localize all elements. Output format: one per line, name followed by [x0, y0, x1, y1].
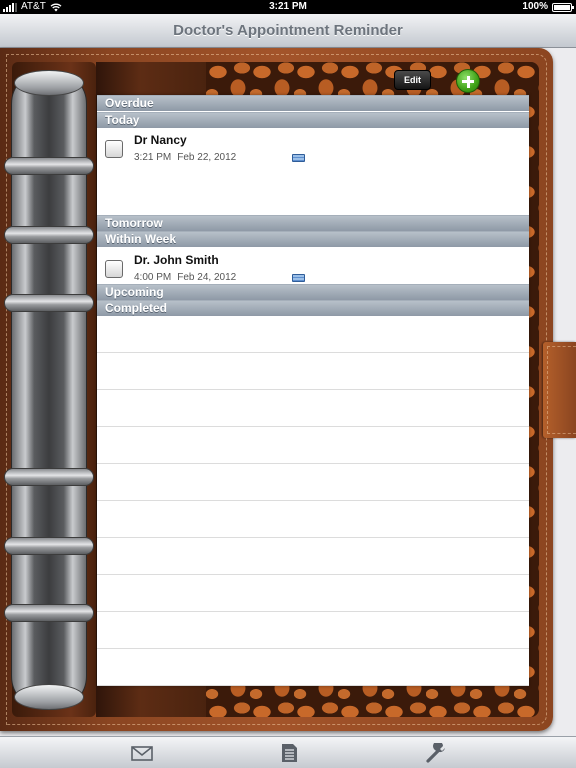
appointment-checkbox[interactable] — [105, 140, 123, 158]
plus-circle-icon[interactable] — [456, 69, 480, 93]
appointment-name: Dr Nancy — [134, 133, 187, 147]
wrench-icon[interactable] — [424, 741, 448, 763]
section-header-completed: Completed — [97, 300, 529, 316]
binder-ring — [4, 468, 94, 486]
status-time: 3:21 PM — [269, 1, 307, 12]
envelope-icon-graphic — [131, 746, 153, 761]
section-header-tomorrow: Tomorrow — [97, 215, 529, 231]
binder-ring — [4, 226, 94, 244]
appointment-datetime: 3:21 PM Feb 22, 2012 — [134, 152, 236, 163]
status-bar: AT&T 3:21 PM 100% — [0, 0, 576, 14]
edit-button[interactable]: Edit — [394, 70, 431, 90]
section-header-today: Today — [97, 112, 529, 128]
document-icon-graphic — [282, 744, 297, 762]
navigation-bar: Doctor's Appointment Reminder — [0, 14, 576, 48]
status-right: 100% — [522, 0, 574, 14]
content-area: Edit Overdue Today Dr Nancy 3:21 PM Feb 2… — [0, 48, 576, 736]
battery-percent: 100% — [522, 1, 548, 12]
binder-ring — [4, 604, 94, 622]
wrench-icon-graphic — [426, 741, 445, 763]
appointment-date: Feb 22, 2012 — [177, 152, 237, 163]
section-header-overdue: Overdue — [97, 95, 529, 111]
appointment-name: Dr. John Smith — [134, 253, 219, 267]
section-header-within-week: Within Week — [97, 231, 529, 247]
appointment-time: 4:00 PM — [134, 272, 172, 283]
appointment-checkbox[interactable] — [105, 260, 123, 278]
leather-binder: Edit Overdue Today Dr Nancy 3:21 PM Feb 2… — [0, 48, 553, 731]
section-header-upcoming: Upcoming — [97, 284, 529, 300]
document-icon[interactable] — [277, 743, 301, 763]
binder-ring-cap-top — [14, 70, 84, 96]
binder-strap — [543, 342, 576, 438]
binder-ring — [4, 157, 94, 175]
appointment-time: 3:21 PM — [134, 152, 172, 163]
appointment-list: Overdue Today Dr Nancy 3:21 PM Feb 22, 20… — [97, 95, 529, 686]
envelope-icon[interactable] — [130, 743, 154, 763]
appointment-datetime: 4:00 PM Feb 24, 2012 — [134, 272, 236, 283]
appointment-row[interactable]: Dr Nancy 3:21 PM Feb 22, 2012 — [97, 128, 529, 166]
battery-icon — [552, 2, 574, 12]
binder-ring-cap-bottom — [14, 684, 84, 710]
appointment-row[interactable]: Dr. John Smith 4:00 PM Feb 24, 2012 — [97, 248, 529, 286]
binder-ring — [4, 537, 94, 555]
note-icon[interactable] — [292, 154, 305, 162]
note-icon[interactable] — [292, 274, 305, 282]
tab-bar — [0, 736, 576, 768]
page-title: Doctor's Appointment Reminder — [173, 22, 403, 39]
binder-ring — [4, 294, 94, 312]
appointment-date: Feb 24, 2012 — [177, 272, 237, 283]
ruled-lines — [97, 316, 529, 686]
